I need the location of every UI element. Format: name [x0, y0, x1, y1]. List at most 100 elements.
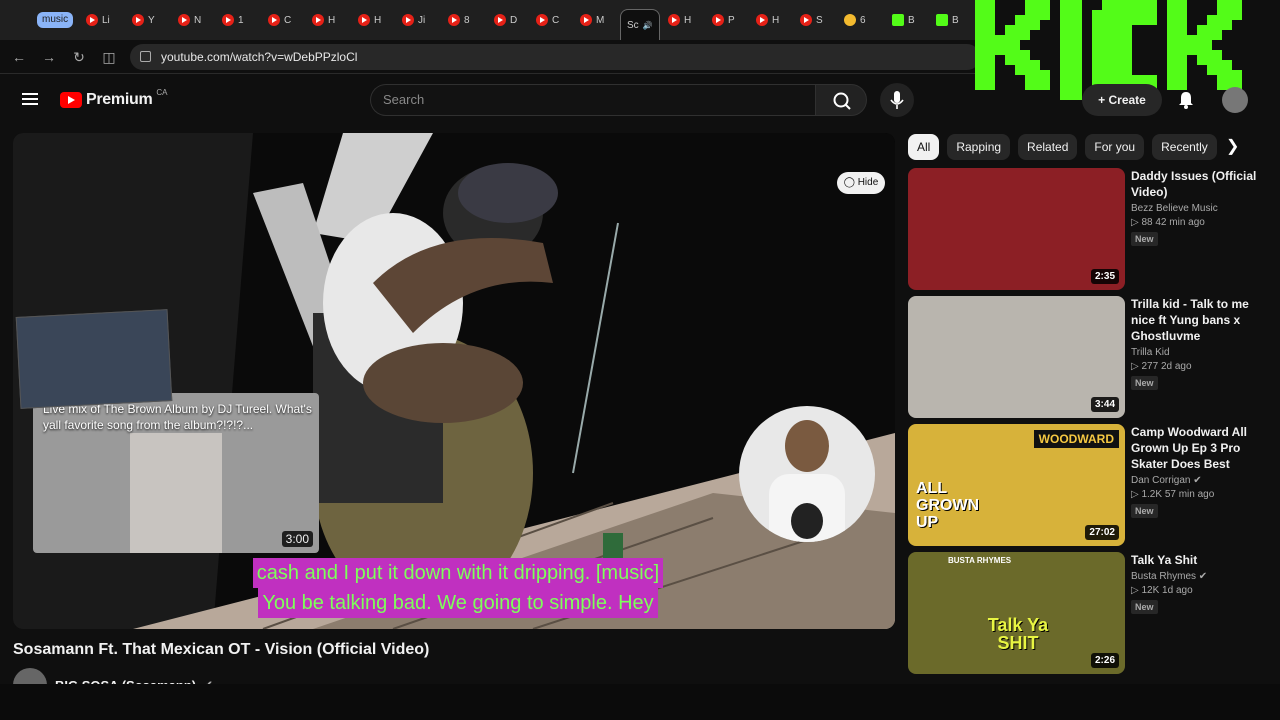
verified-icon: ✔: [1190, 475, 1202, 486]
browser-tab-label: H: [772, 14, 780, 26]
browser-tab[interactable]: D: [494, 9, 517, 31]
browser-tab-label: B: [908, 14, 915, 26]
youtube-logo-icon: [60, 92, 82, 108]
search-input[interactable]: Search: [370, 84, 816, 116]
upload-age: 42 min ago: [1155, 217, 1205, 228]
browser-tab[interactable]: N: [178, 9, 201, 31]
browser-tab[interactable]: P: [712, 9, 735, 31]
video-title[interactable]: Trilla kid - Talk to me nice ft Yung ban…: [1131, 296, 1259, 344]
video-thumbnail[interactable]: WOODWARD ALL GROWN UP 27:02: [908, 424, 1125, 546]
back-icon[interactable]: ←: [10, 48, 28, 66]
filter-chip[interactable]: Recently: [1152, 134, 1217, 160]
view-count: 1.2K: [1141, 489, 1163, 500]
youtube-header: Premium CA Search + Create: [0, 74, 1280, 128]
forward-icon[interactable]: →: [40, 48, 58, 66]
url-field[interactable]: youtube.com/watch?v=wDebPPzloCl: [130, 44, 980, 70]
thumbnail-text: Talk Ya SHIT: [987, 615, 1049, 653]
youtube-icon: [222, 14, 234, 26]
channel-name[interactable]: Trilla Kid: [1131, 347, 1259, 358]
bottom-strip: [0, 684, 1280, 720]
filter-chip[interactable]: For you: [1085, 134, 1145, 160]
hide-label: Hide: [857, 177, 879, 188]
browser-tab-label: N: [194, 14, 202, 26]
youtube-icon: [312, 14, 324, 26]
browser-tab[interactable]: H: [668, 9, 691, 31]
recommended-video[interactable]: BUSTA RHYMES Talk Ya SHIT 2:26 Talk Ya Shit…: [908, 552, 1268, 674]
browser-tab-label: H: [684, 14, 692, 26]
notifications-bell-icon[interactable]: [1176, 90, 1196, 110]
browser-tab[interactable]: Ji: [402, 9, 425, 31]
menu-icon[interactable]: [22, 93, 38, 105]
stream-overlay-card[interactable]: Live mix of The Brown Album by DJ Tureel…: [33, 393, 319, 553]
video-title: Sosamann Ft. That Mexican OT - Vision (O…: [13, 641, 430, 658]
browser-tab-label: 1: [238, 14, 244, 26]
video-thumbnail[interactable]: 3:44: [908, 296, 1125, 418]
reload-icon[interactable]: ↻: [70, 48, 88, 66]
site-info-icon[interactable]: [140, 51, 151, 62]
browser-tab[interactable]: 1: [222, 9, 244, 31]
channel-name-text: Bezz Believe Music: [1131, 203, 1218, 214]
video-title[interactable]: Camp Woodward All Grown Up Ep 3 Pro Skat…: [1131, 424, 1259, 472]
recommended-video[interactable]: 2:35 Daddy Issues (Official Video) Bezz Be…: [908, 168, 1268, 290]
filter-chip[interactable]: Related: [1018, 134, 1078, 160]
hide-button[interactable]: ◯ Hide: [837, 172, 885, 194]
browser-tab[interactable]: B: [936, 9, 959, 31]
recommended-video[interactable]: 3:44 Trilla kid - Talk to me nice ft Yung…: [908, 296, 1268, 418]
country-code: CA: [156, 87, 168, 97]
split-view-icon[interactable]: ◫: [100, 48, 118, 66]
filter-chip[interactable]: Rapping: [947, 134, 1011, 160]
create-button[interactable]: + Create: [1082, 84, 1162, 116]
views-icon: ▷: [1131, 489, 1142, 500]
recommended-video[interactable]: WOODWARD ALL GROWN UP 27:02 Camp Woodward A…: [908, 424, 1268, 546]
circular-profile-image: [739, 406, 875, 542]
channel-name[interactable]: Dan Corrigan ✔: [1131, 475, 1259, 486]
browser-tab[interactable]: H: [358, 9, 381, 31]
youtube-icon: [132, 14, 144, 26]
chevron-right-icon[interactable]: ❯: [1226, 137, 1246, 157]
verified-icon: ✔: [1196, 571, 1208, 582]
video-thumbnail[interactable]: BUSTA RHYMES Talk Ya SHIT 2:26: [908, 552, 1125, 674]
create-label: Create: [1108, 93, 1146, 107]
voice-search-button[interactable]: [880, 83, 914, 117]
account-avatar[interactable]: [1222, 87, 1248, 113]
browser-tab-label: C: [552, 14, 560, 26]
youtube-icon: [712, 14, 724, 26]
browser-tab[interactable]: B: [892, 9, 915, 31]
video-meta: ▷ 12K 1d ago: [1131, 585, 1259, 596]
view-count: 12K: [1141, 585, 1160, 596]
views-icon: ▷: [1131, 585, 1142, 596]
browser-tab[interactable]: H: [312, 9, 335, 31]
new-badge: New: [1131, 504, 1158, 518]
youtube-icon: [668, 14, 680, 26]
browser-tab[interactable]: C: [536, 9, 559, 31]
filter-chip[interactable]: All: [908, 134, 940, 160]
browser-tab-label: B: [952, 14, 959, 26]
browser-tab-label: Y: [148, 14, 155, 26]
browser-tab[interactable]: Sc 🔊: [620, 9, 660, 40]
video-info: Trilla kid - Talk to me nice ft Yung ban…: [1131, 296, 1259, 391]
youtube-premium-logo[interactable]: Premium CA: [60, 87, 168, 109]
video-player[interactable]: ◯ Hide Live mix of The Brown Album by DJ…: [13, 133, 895, 629]
search-button[interactable]: [815, 84, 867, 116]
youtube-icon: [178, 14, 190, 26]
browser-tab[interactable]: M: [580, 9, 604, 31]
browser-tab-label: Ji: [418, 14, 426, 26]
tab-group-label[interactable]: music: [37, 12, 74, 28]
browser-tab[interactable]: S: [800, 9, 823, 31]
channel-name[interactable]: Bezz Believe Music: [1131, 203, 1259, 214]
browser-tab[interactable]: 8: [448, 9, 470, 31]
browser-tab[interactable]: Li: [86, 9, 110, 31]
video-title[interactable]: Talk Ya Shit: [1131, 552, 1259, 568]
channel-name[interactable]: Busta Rhymes ✔: [1131, 571, 1259, 582]
browser-tab[interactable]: Y: [132, 9, 155, 31]
browser-tab[interactable]: H: [756, 9, 779, 31]
browser-tab[interactable]: 6: [844, 9, 866, 31]
channel-name-text: Dan Corrigan: [1131, 475, 1191, 486]
video-thumbnail[interactable]: 2:35: [908, 168, 1125, 290]
binance-icon: [844, 14, 856, 26]
subtitles: cash and I put it down with it dripping.…: [203, 558, 713, 618]
view-count: 88: [1141, 217, 1153, 228]
video-title[interactable]: Daddy Issues (Official Video): [1131, 168, 1259, 200]
browser-tab[interactable]: C: [268, 9, 291, 31]
thumbnail-text: WOODWARD: [1033, 430, 1119, 448]
